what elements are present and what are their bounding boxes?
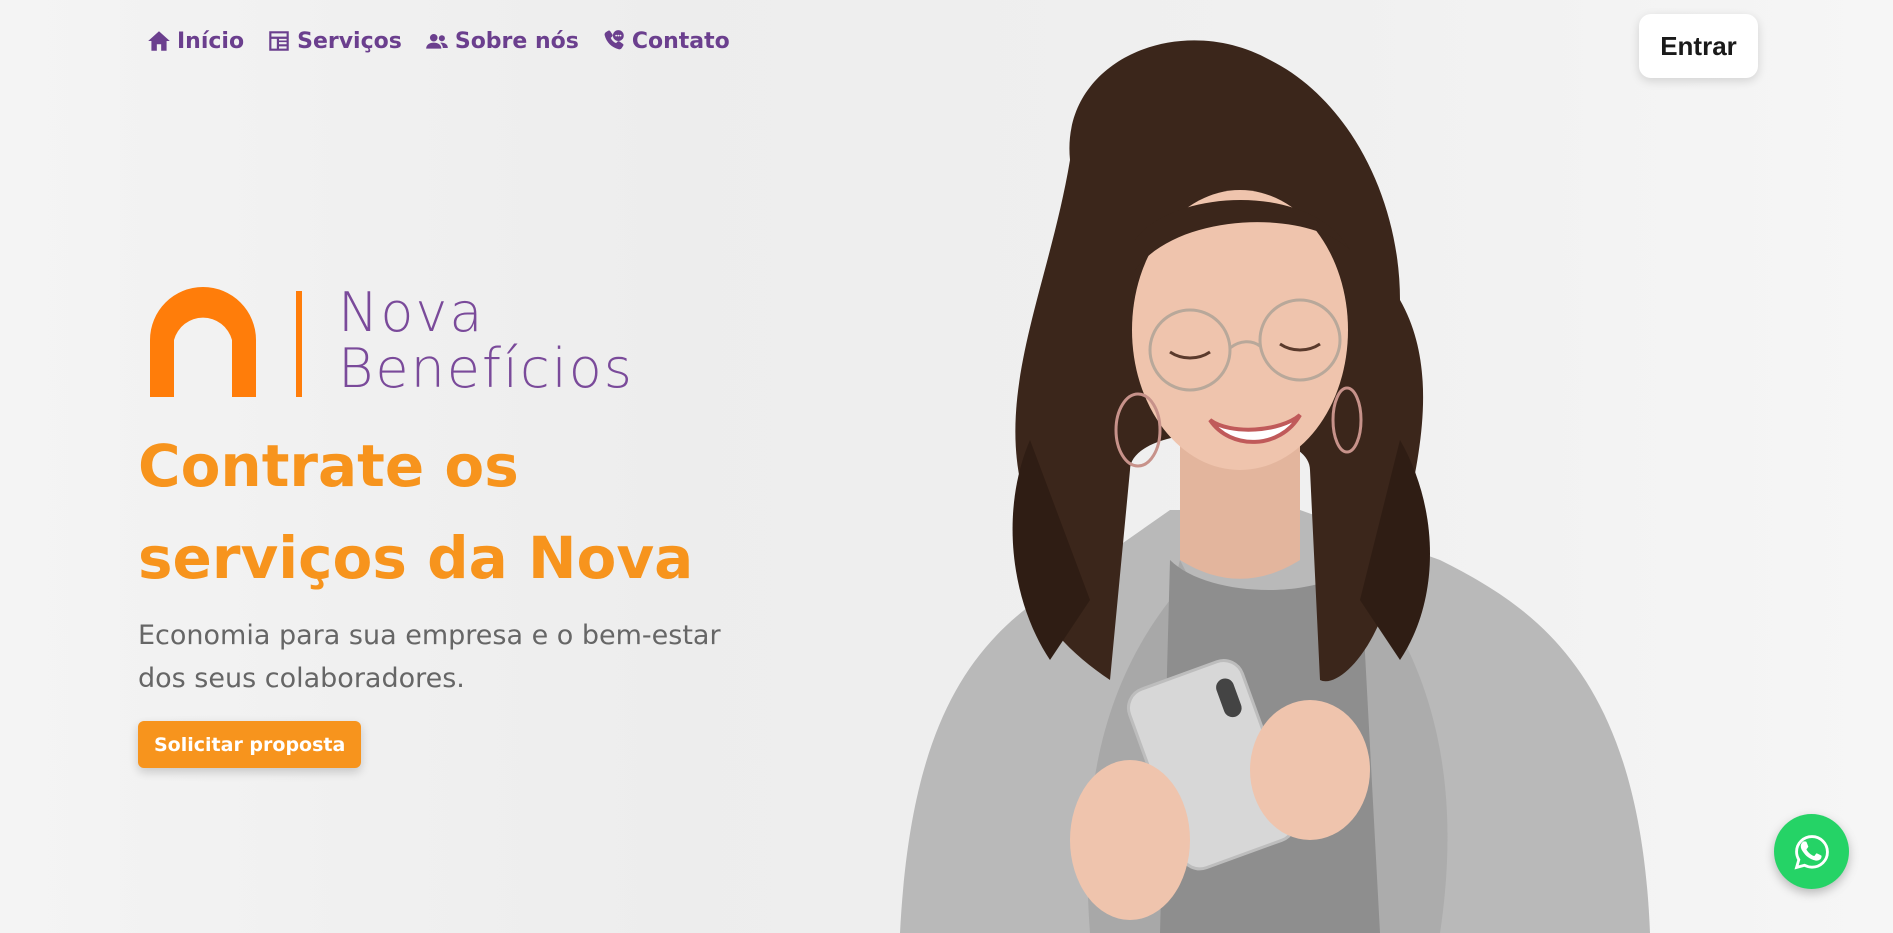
hero-subtitle: Economia para sua empresa e o bem-estar …: [138, 614, 738, 700]
hero-photo: [900, 40, 1650, 933]
nav-item-inicio[interactable]: Início: [146, 28, 244, 54]
hero-title-line-1: Contrate os: [138, 432, 519, 500]
phone-icon: [604, 30, 624, 50]
logo-line-1: Nova: [338, 281, 485, 344]
whatsapp-button[interactable]: [1774, 814, 1849, 889]
nav-item-label: Início: [177, 28, 245, 54]
hero-subtitle-line-1: Economia para sua empresa e o bem-estar: [138, 620, 721, 651]
request-proposal-button[interactable]: Solicitar proposta: [138, 721, 362, 768]
nav-item-servicos[interactable]: Serviços: [266, 28, 402, 54]
nav-item-sobre-nos[interactable]: Sobre nós: [424, 28, 579, 54]
nav-item-label: Serviços: [297, 28, 402, 54]
whatsapp-icon: [1793, 834, 1829, 869]
logo-mark: [150, 287, 302, 397]
people-icon: [426, 33, 448, 49]
nav-item-contato[interactable]: Contato: [601, 28, 730, 54]
main-nav: Início Serviços Sobre nós Contato: [146, 28, 730, 54]
logo-wordmark: Nova Benefícios: [338, 285, 634, 397]
hero-title: Contrate os serviços da Nova: [138, 420, 738, 604]
services-icon: [269, 31, 289, 51]
brand-logo: Nova Benefícios: [148, 285, 678, 405]
logo-line-2: Benefícios: [338, 337, 634, 400]
hero-title-line-2: serviços da Nova: [138, 524, 694, 592]
home-icon: [148, 31, 170, 51]
hero-subtitle-line-2: dos seus colaboradores.: [138, 663, 465, 694]
nav-item-label: Sobre nós: [454, 28, 579, 54]
nav-item-label: Contato: [631, 28, 730, 54]
